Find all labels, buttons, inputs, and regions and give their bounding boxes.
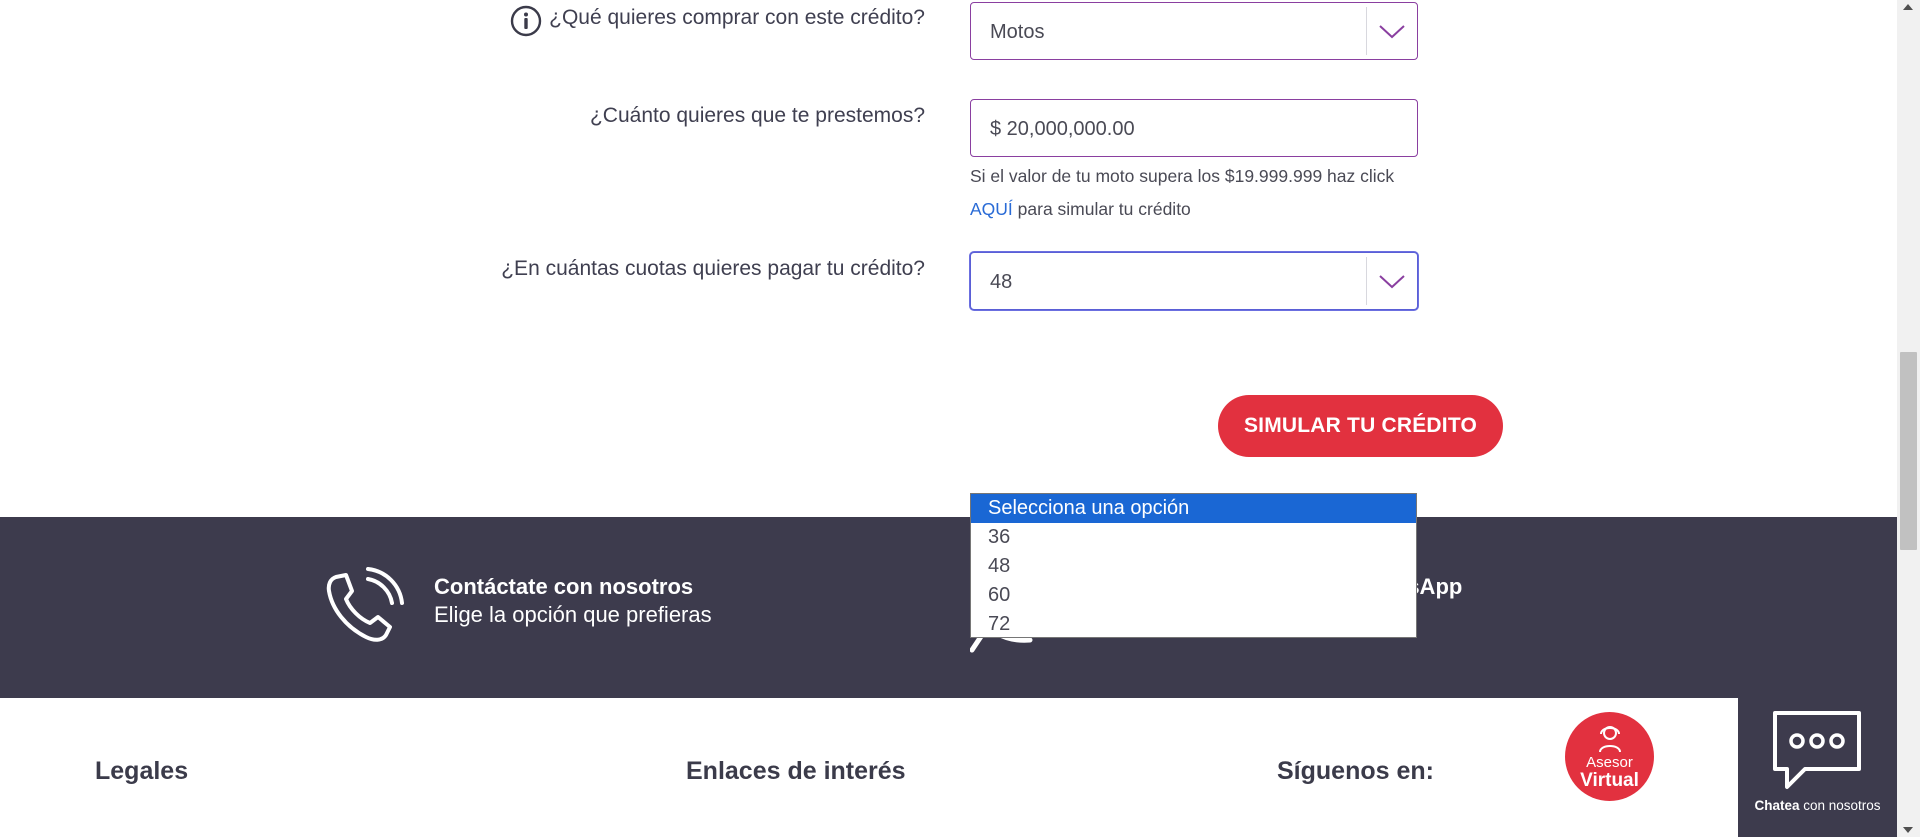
footer-enlaces-heading: Enlaces de interés	[686, 757, 906, 785]
footer-legales-heading: Legales	[95, 757, 189, 785]
dropdown-option[interactable]: Selecciona una opción	[971, 494, 1416, 523]
amount-input[interactable]: $ 20,000,000.00	[970, 99, 1418, 157]
contact-subtitle: Elige la opción que prefieras	[434, 602, 712, 627]
page-scrollbar[interactable]	[1897, 0, 1920, 837]
purpose-label: ¿Qué quieres comprar con este crédito?	[549, 6, 925, 29]
footer-siguenos-heading: Síguenos en:	[1277, 757, 1434, 785]
dropdown-option[interactable]: 72	[971, 610, 1416, 637]
amount-helper-line2: AQUÍ para simular tu crédito	[970, 199, 1191, 220]
page: ¿Qué quieres comprar con este crédito? M…	[0, 0, 1920, 837]
amount-input-value: $ 20,000,000.00	[990, 118, 1135, 140]
installments-select[interactable]: 48	[970, 252, 1418, 310]
asesor-label-1: Asesor	[1586, 754, 1633, 771]
purpose-select-value: Motos	[990, 21, 1045, 43]
amount-label: ¿Cuánto quieres que te prestemos?	[589, 104, 925, 127]
aqui-link[interactable]: AQUÍ	[970, 199, 1013, 219]
dropdown-option[interactable]: 48	[971, 552, 1416, 581]
installments-select-value: 48	[990, 271, 1013, 293]
dropdown-option[interactable]: 60	[971, 581, 1416, 610]
scroll-up-icon[interactable]	[1903, 4, 1913, 10]
chevron-down-icon	[1379, 25, 1405, 39]
dropdown-option[interactable]: 36	[971, 523, 1416, 552]
chatea-label-bold: Chatea	[1754, 798, 1800, 813]
scroll-down-icon[interactable]	[1903, 827, 1913, 833]
chevron-down-icon	[1379, 275, 1405, 289]
chatea-con-nosotros-button[interactable]: Chatea con nosotros	[1738, 698, 1897, 837]
chatea-label: Chatea con nosotros	[1738, 798, 1897, 813]
headset-icon	[1599, 726, 1621, 753]
chatea-label-rest: con nosotros	[1799, 798, 1881, 813]
asesor-label-2: Virtual	[1580, 770, 1639, 791]
contact-band	[0, 517, 1897, 698]
scrollbar-thumb[interactable]	[1900, 352, 1917, 550]
installments-dropdown-list[interactable]: Selecciona una opción 36 48 60 72	[970, 493, 1417, 638]
installments-label: ¿En cuántas cuotas quieres pagar tu créd…	[501, 257, 925, 280]
asesor-virtual-button[interactable]: Asesor Virtual	[1565, 712, 1654, 801]
select-divider	[1366, 257, 1367, 305]
simular-credito-button[interactable]: SIMULAR TU CRÉDITO	[1218, 395, 1503, 457]
phone-icon[interactable]	[322, 565, 406, 649]
select-divider	[1366, 7, 1367, 55]
amount-helper-rest: para simular tu crédito	[1012, 199, 1191, 219]
purpose-select[interactable]: Motos	[970, 2, 1418, 60]
contact-title: Contáctate con nosotros	[434, 574, 694, 599]
info-circle-icon[interactable]	[510, 5, 542, 37]
amount-helper-text: Si el valor de tu moto supera los $19.99…	[970, 166, 1395, 186]
chat-bubble-icon	[1773, 711, 1861, 789]
